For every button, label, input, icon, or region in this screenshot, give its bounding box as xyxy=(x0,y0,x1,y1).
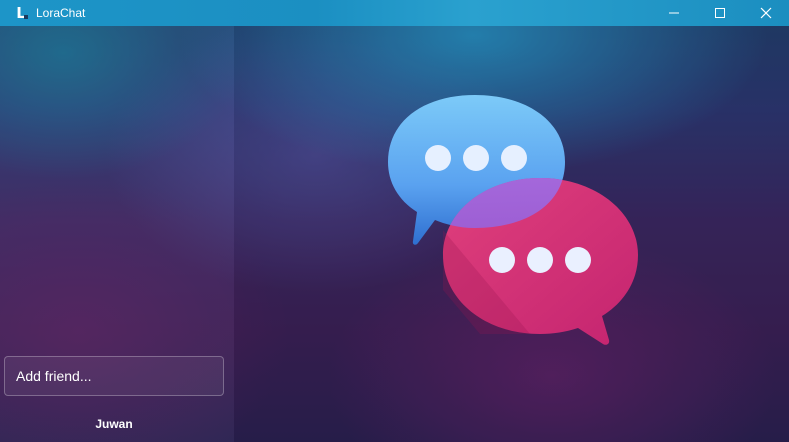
minimize-icon xyxy=(669,12,679,14)
window-title: LoraChat xyxy=(36,6,86,20)
add-friend-input[interactable] xyxy=(4,356,224,396)
typing-dot xyxy=(527,247,553,273)
typing-dot xyxy=(425,145,451,171)
close-icon xyxy=(760,7,772,19)
window-controls xyxy=(651,0,789,26)
minimize-button[interactable] xyxy=(651,0,697,26)
typing-dot xyxy=(489,247,515,273)
current-user-name: Juwan xyxy=(95,417,133,431)
title-bar[interactable]: L LoraChat xyxy=(0,0,789,26)
app-logo-icon: L xyxy=(10,0,32,26)
typing-dot xyxy=(501,145,527,171)
maximize-button[interactable] xyxy=(697,0,743,26)
maximize-icon xyxy=(715,8,725,18)
typing-dot xyxy=(565,247,591,273)
chat-bubbles-icon xyxy=(388,95,638,345)
typing-dot xyxy=(463,145,489,171)
close-button[interactable] xyxy=(743,0,789,26)
